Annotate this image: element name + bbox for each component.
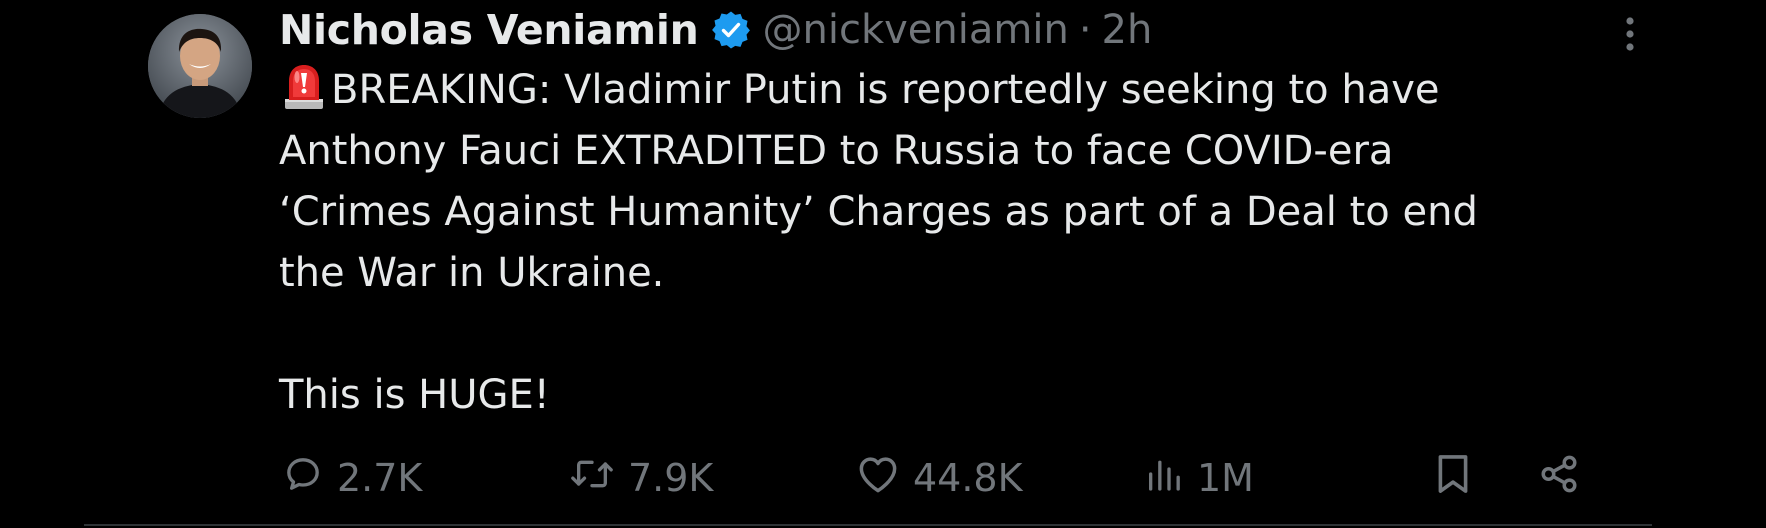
repost-button[interactable]: 7.9K: [570, 448, 713, 508]
user-handle[interactable]: @nickveniamin: [763, 7, 1069, 53]
tweet[interactable]: Nicholas Veniamin @nickveniamin · 2h BRE…: [0, 0, 1766, 528]
avatar[interactable]: [148, 14, 252, 118]
share-button[interactable]: [1538, 448, 1580, 508]
reply-count: 2.7K: [337, 456, 423, 500]
repost-count: 7.9K: [628, 456, 714, 500]
reply-button[interactable]: 2.7K: [283, 448, 422, 508]
heart-icon: [857, 454, 899, 503]
views-button[interactable]: 1M: [1145, 448, 1254, 508]
separator-dot: ·: [1078, 7, 1092, 53]
more-options-icon[interactable]: [1615, 12, 1645, 56]
view-count: 1M: [1197, 456, 1254, 500]
verified-badge-icon[interactable]: [711, 10, 751, 50]
tweet-header: Nicholas Veniamin @nickveniamin · 2h: [279, 2, 1152, 58]
reply-icon: [283, 454, 323, 503]
tweet-line-text: BREAKING: Vladimir Putin is reportedly s…: [331, 67, 1440, 113]
timestamp[interactable]: 2h: [1102, 7, 1153, 53]
tweet-line: BREAKING: Vladimir Putin is reportedly s…: [279, 60, 1619, 121]
tweet-actions: 2.7K 7.9K 44.8K 1M: [279, 448, 1599, 508]
repost-icon: [570, 454, 614, 503]
tweet-divider: [84, 524, 1652, 526]
views-chart-icon: [1145, 454, 1183, 503]
display-name[interactable]: Nicholas Veniamin: [279, 6, 699, 54]
like-button[interactable]: 44.8K: [857, 448, 1023, 508]
bookmark-icon: [1435, 452, 1471, 505]
tweet-closing-line: This is HUGE!: [279, 372, 550, 418]
bookmark-button[interactable]: [1435, 448, 1471, 508]
tweet-text: BREAKING: Vladimir Putin is reportedly s…: [279, 60, 1619, 426]
tweet-line: ‘Crimes Against Humanity’ Charges as par…: [279, 189, 1478, 235]
police-car-light-emoji: [279, 61, 329, 111]
like-count: 44.8K: [913, 456, 1023, 500]
tweet-line: Anthony Fauci EXTRADITED to Russia to fa…: [279, 128, 1394, 174]
share-icon: [1538, 453, 1580, 504]
tweet-line: the War in Ukraine.: [279, 250, 665, 296]
